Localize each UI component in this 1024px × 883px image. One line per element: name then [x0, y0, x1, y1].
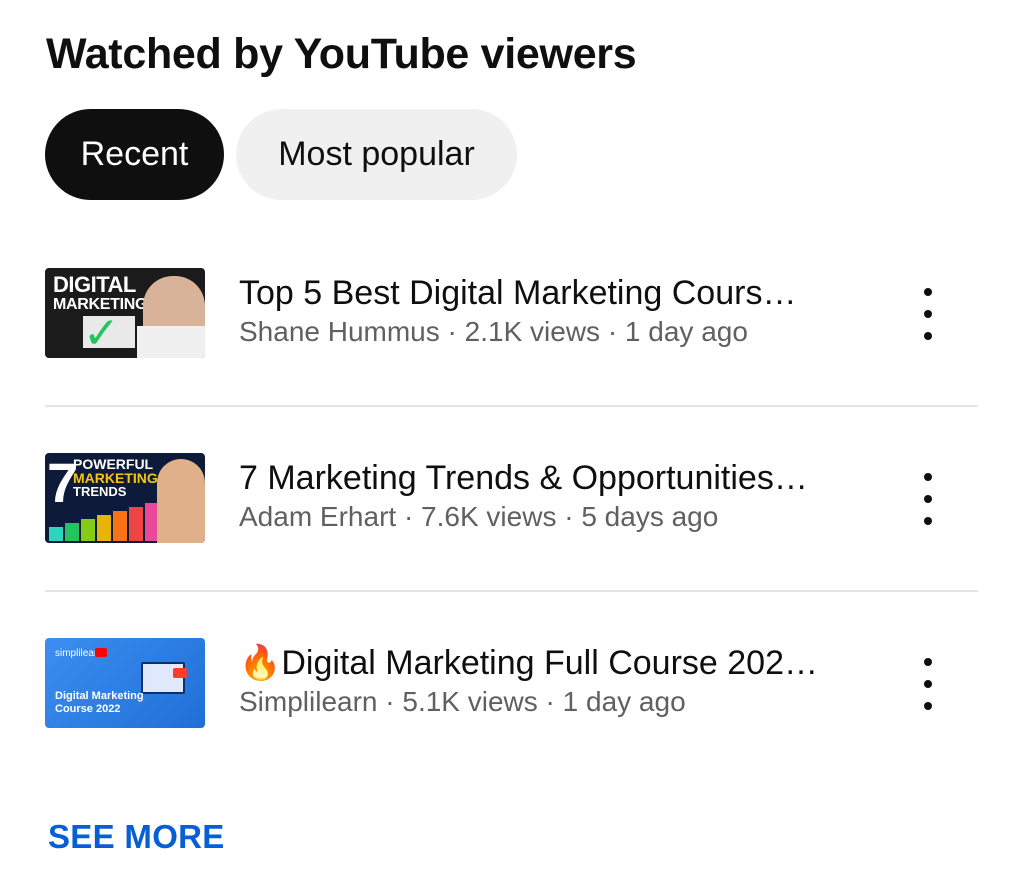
more-vert-icon[interactable]: [916, 473, 940, 525]
thumbnail-bar: [49, 527, 63, 541]
youtube-logo-icon: [95, 648, 107, 657]
chip-most-popular[interactable]: Most popular: [236, 109, 517, 200]
video-meta: 🔥Digital Marketing Full Course 202… Simp…: [239, 642, 839, 720]
thumbnail-text: TRENDS: [73, 484, 127, 499]
monitor-icon: [141, 662, 185, 694]
thumbnail-shirt: [137, 326, 205, 358]
video-meta: Top 5 Best Digital Marketing Cours… Shan…: [239, 272, 839, 350]
dot: [924, 332, 932, 340]
thumbnail-bar: [97, 515, 111, 541]
more-vert-icon[interactable]: [916, 288, 940, 340]
see-more-button[interactable]: SEE MORE: [48, 818, 225, 856]
video-subtitle: Simplilearn · 5.1K views · 1 day ago: [239, 686, 686, 717]
thumbnail-text: MARKETING: [73, 470, 158, 486]
thumbnail-text: POWERFUL: [73, 456, 154, 472]
checkmark-icon: ✓: [83, 309, 120, 358]
more-vert-icon[interactable]: [916, 658, 940, 710]
video-thumbnail[interactable]: 7 POWERFUL MARKETING TRENDS: [45, 453, 205, 543]
video-item[interactable]: DIGITAL MARKETING ✓ Top 5 Best Digital M…: [45, 268, 978, 360]
thumbnail-bar: [81, 519, 95, 541]
video-title[interactable]: Top 5 Best Digital Marketing Cours…: [239, 272, 839, 314]
video-title[interactable]: 🔥Digital Marketing Full Course 202…: [239, 642, 839, 684]
divider: [45, 590, 978, 592]
thumbnail-bar: [65, 523, 79, 541]
chip-recent[interactable]: Recent: [45, 109, 224, 200]
filter-chips: Recent Most popular: [45, 109, 517, 200]
section-title: Watched by YouTube viewers: [46, 30, 637, 78]
video-subtitle: Adam Erhart · 7.6K views · 5 days ago: [239, 501, 719, 532]
divider: [45, 405, 978, 407]
video-meta: 7 Marketing Trends & Opportunities… Adam…: [239, 457, 839, 535]
video-title[interactable]: 7 Marketing Trends & Opportunities…: [239, 457, 839, 499]
dot: [924, 702, 932, 710]
video-subtitle: Shane Hummus · 2.1K views · 1 day ago: [239, 316, 748, 347]
thumbnail-text: Course 2022: [55, 703, 121, 715]
dot: [924, 517, 932, 525]
dot: [924, 473, 932, 481]
dot: [924, 495, 932, 503]
thumbnail-text: DIGITAL: [53, 272, 136, 297]
play-icon: [173, 668, 187, 678]
video-thumbnail[interactable]: simplilearn Digital Marketing Course 202…: [45, 638, 205, 728]
thumbnail-person: [157, 459, 205, 543]
dot: [924, 680, 932, 688]
thumbnail-bar: [113, 511, 127, 541]
video-thumbnail[interactable]: DIGITAL MARKETING ✓: [45, 268, 205, 358]
dot: [924, 288, 932, 296]
dot: [924, 658, 932, 666]
thumbnail-text: Digital Marketing: [55, 690, 144, 702]
video-item[interactable]: 7 POWERFUL MARKETING TRENDS 7 Marketing …: [45, 453, 978, 545]
video-item[interactable]: simplilearn Digital Marketing Course 202…: [45, 638, 978, 730]
thumbnail-bar: [129, 507, 143, 541]
dot: [924, 310, 932, 318]
